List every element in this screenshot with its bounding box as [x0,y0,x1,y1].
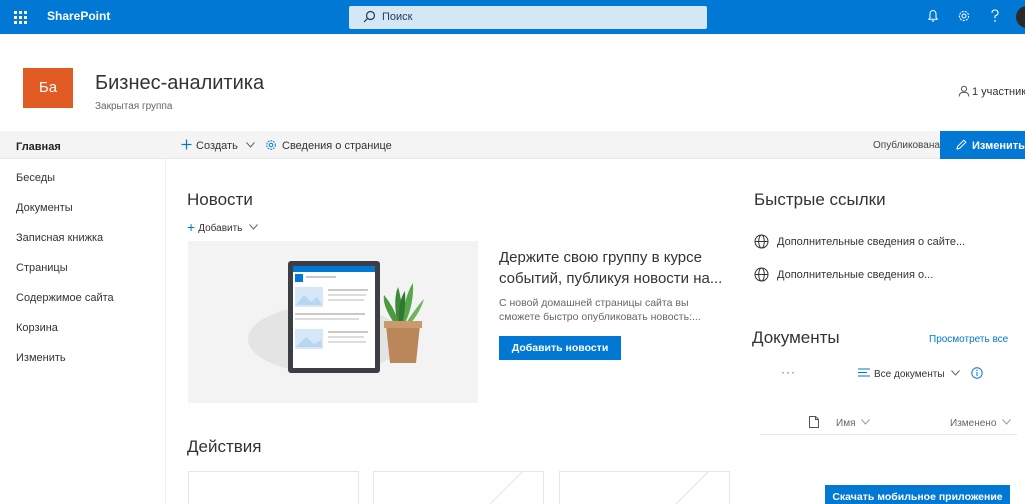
plus-icon [181,139,192,150]
nav-item-home[interactable]: Главная [16,141,61,153]
edit-label: Изменить [972,140,1025,152]
actions-heading: Действия [187,437,262,456]
settings-icon[interactable] [957,9,971,23]
more-options-icon[interactable]: ··· [781,365,796,379]
nav-item-pages[interactable]: Страницы [16,262,68,274]
quicklink-item[interactable]: Дополнительные сведения о сайте... [754,234,965,249]
news-heading: Новости [187,190,253,209]
action-card[interactable] [373,471,544,504]
news-description: С новой домашней страницы сайта вы сможе… [499,297,701,323]
download-mobile-app-button[interactable]: Скачать мобильное приложение [825,485,1010,504]
chevron-down-icon [1002,419,1012,425]
nav-item-conversations[interactable]: Беседы [16,172,55,184]
page-details-label: Сведения о странице [282,140,392,152]
search-box[interactable]: Поиск [349,6,707,29]
page-details-button[interactable]: Сведения о странице [265,139,392,152]
nav-item-site-contents[interactable]: Содержимое сайта [16,292,114,304]
column-header-name[interactable]: Имя [836,418,871,429]
create-label: Создать [196,140,238,152]
edit-button[interactable]: Изменить [940,131,1025,159]
view-selector[interactable]: Все документы [858,367,983,380]
tablet-plant-illustration [248,261,424,373]
notifications-icon[interactable] [927,9,939,23]
quicklinks-heading: Быстрые ссылки [754,190,886,209]
news-headline[interactable]: Держите свою группу в курсе событий, пуб… [499,247,729,289]
plus-icon: + [187,219,196,235]
site-logo[interactable]: Ба [23,68,73,108]
card-decoration [675,472,709,504]
search-placeholder: Поиск [382,11,413,23]
quicklink-label: Дополнительные сведения о сайте... [777,236,966,248]
action-card[interactable] [559,471,730,504]
documents-heading: Документы [752,328,840,347]
app-launcher-icon[interactable] [14,11,27,24]
chevron-down-icon [249,224,259,230]
person-icon [958,85,970,97]
chevron-down-icon [861,419,871,425]
members-button[interactable]: 1 участник [958,85,1025,98]
documents-divider [760,434,1017,435]
left-navigation: Главная Беседы Документы Записная книжка… [0,131,165,504]
publish-status: Опубликована [873,140,940,151]
add-news-link[interactable]: + Добавить [187,219,259,235]
nav-item-recycle-bin[interactable]: Корзина [16,322,58,334]
news-illustration [188,241,478,403]
nav-item-documents[interactable]: Документы [16,202,73,214]
help-icon[interactable] [990,9,1000,23]
view-selector-label: Все документы [874,369,945,380]
list-view-icon [858,368,870,377]
site-title[interactable]: Бизнес-аналитика [95,72,264,95]
action-card[interactable] [188,471,359,504]
column-modified-label: Изменено [950,418,997,429]
globe-icon [754,234,769,249]
quicklink-label: Дополнительные сведения о... [777,269,934,281]
quicklink-item[interactable]: Дополнительные сведения о... [754,267,933,282]
add-news-button[interactable]: Добавить новости [499,336,621,360]
site-subtitle: Закрытая группа [95,101,173,112]
suite-bar: SharePoint Поиск [0,0,1025,34]
column-name-label: Имя [836,418,856,429]
nav-divider [165,159,166,504]
members-count: 1 участник [972,86,1025,98]
nav-item-edit[interactable]: Изменить [16,352,66,364]
create-button[interactable]: Создать [181,139,255,152]
pencil-icon [956,139,967,150]
user-avatar[interactable] [1016,6,1025,28]
gear-icon [266,140,276,150]
app-name[interactable]: SharePoint [47,9,110,23]
add-news-label: Добавить [198,223,243,234]
file-type-icon [809,416,819,428]
column-header-modified[interactable]: Изменено [950,418,1012,429]
search-icon [363,10,376,23]
nav-item-notebook[interactable]: Записная книжка [16,232,103,244]
view-all-link[interactable]: Просмотреть все [929,334,1008,345]
card-decoration [489,472,523,504]
command-bar: Создать Сведения о странице Опубликована… [165,131,1025,159]
info-icon[interactable] [971,367,983,379]
globe-icon [754,267,769,282]
chevron-down-icon [951,370,961,376]
chevron-down-icon [246,142,255,148]
